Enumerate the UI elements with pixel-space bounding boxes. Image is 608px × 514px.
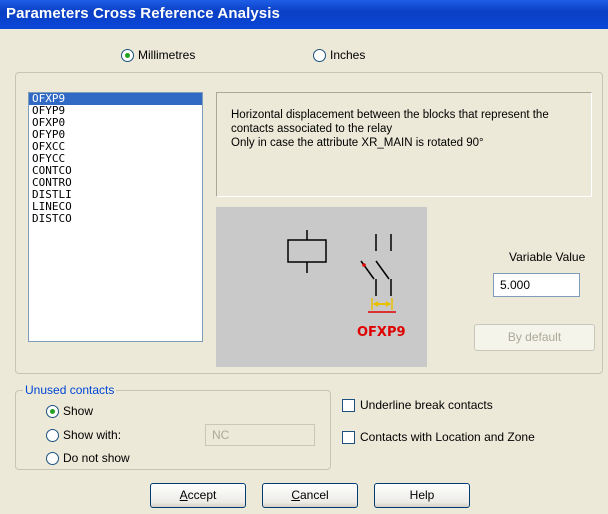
underline-break-label: Underline break contacts — [360, 398, 493, 412]
description-line: Horizontal displacement between the bloc… — [231, 109, 549, 121]
by-default-button[interactable]: By default — [474, 324, 595, 351]
show-with-input[interactable]: NC — [205, 424, 315, 446]
cancel-mnemonic: C — [291, 488, 300, 502]
cancel-button[interactable]: Cancel — [262, 483, 358, 508]
relay-diagram-icon — [287, 230, 396, 313]
parameter-preview: OFXP9 — [216, 207, 427, 367]
show-with-label: Show with: — [63, 428, 122, 442]
variable-value: 5.000 — [500, 278, 531, 292]
inches-label: Inches — [330, 48, 366, 62]
accept-mnemonic: A — [179, 488, 188, 502]
show-label: Show — [63, 404, 94, 418]
cancel-rest: ancel — [299, 488, 329, 502]
list-item[interactable]: DISTCO — [29, 213, 202, 225]
inches-radio[interactable] — [313, 49, 326, 62]
location-zone-checkbox[interactable] — [342, 431, 355, 444]
show-with-value: NC — [212, 428, 230, 442]
show-radio[interactable] — [46, 405, 59, 418]
show-with-radio[interactable] — [46, 429, 59, 442]
underline-break-checkbox[interactable] — [342, 399, 355, 412]
description-line: contacts associated to the relay — [231, 123, 393, 135]
accept-rest: ccept — [187, 488, 217, 502]
help-button[interactable]: Help — [374, 483, 470, 508]
location-zone-label: Contacts with Location and Zone — [360, 430, 535, 444]
millimetres-label: Millimetres — [138, 48, 196, 62]
do-not-show-label: Do not show — [63, 451, 130, 465]
description-line: Only in case the attribute XR_MAIN is ro… — [231, 137, 484, 149]
description-panel: Horizontal displacement between the bloc… — [216, 92, 592, 197]
unused-contacts-legend: Unused contacts — [23, 383, 117, 397]
window-title: Parameters Cross Reference Analysis — [6, 5, 280, 22]
parameters-list[interactable]: OFXP9 OFYP9 OFXP0 OFYP0 OFXCC OFYCC CONT… — [28, 92, 203, 342]
variable-value-input[interactable]: 5.000 — [493, 273, 580, 297]
title-bar: Parameters Cross Reference Analysis — [0, 0, 608, 29]
millimetres-radio[interactable] — [121, 49, 134, 62]
preview-label: OFXP9 — [357, 325, 406, 340]
variable-value-label: Variable Value — [509, 250, 586, 264]
do-not-show-radio[interactable] — [46, 452, 59, 465]
accept-button[interactable]: Accept — [150, 483, 246, 508]
